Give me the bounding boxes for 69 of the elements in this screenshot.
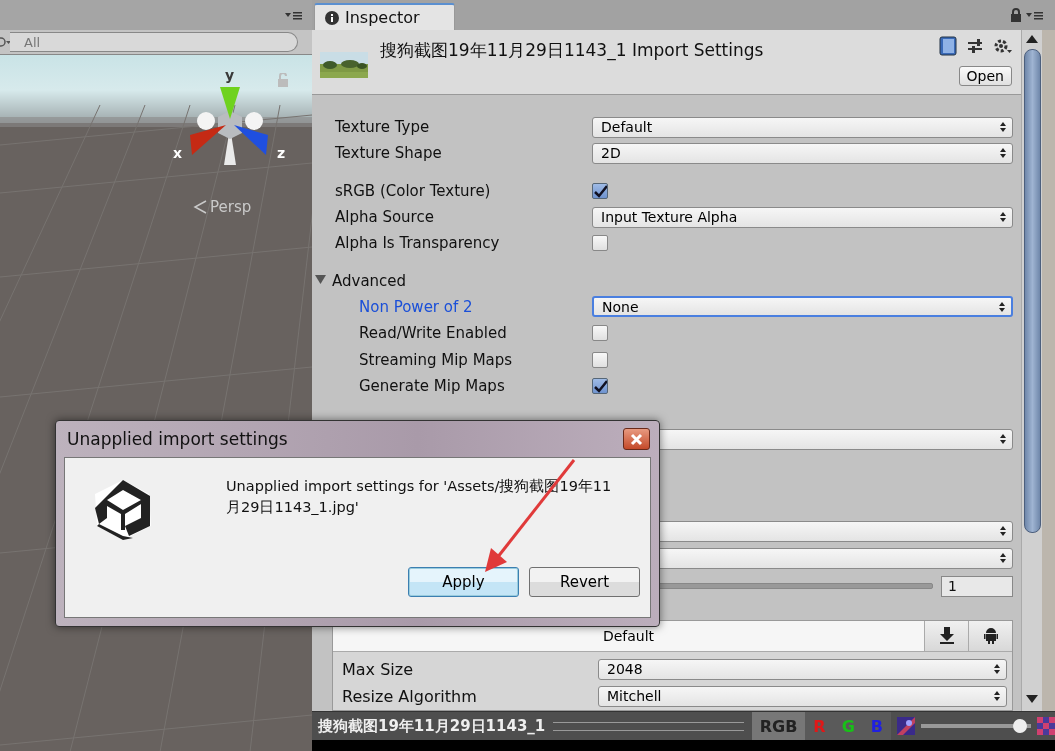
android-tab[interactable]: [968, 620, 1012, 651]
field-label: Alpha Source: [335, 208, 435, 227]
scroll-up-icon[interactable]: [1026, 35, 1038, 43]
axis-label: z: [277, 145, 286, 161]
mip-slider[interactable]: [921, 719, 1031, 733]
checkbox[interactable]: [592, 325, 608, 342]
menu-icon[interactable]: [1026, 10, 1043, 20]
number-field[interactable]: 1: [941, 575, 1013, 597]
lock-icon[interactable]: [1010, 8, 1022, 22]
dropdown-arrows-icon: [1000, 526, 1006, 537]
field-label: Max Size: [342, 659, 414, 679]
axis-label: x: [173, 145, 183, 161]
dropdown[interactable]: None: [592, 296, 1013, 318]
foldout-arrow-icon: [315, 275, 326, 287]
open-button[interactable]: Open: [958, 66, 1012, 86]
dropdown[interactable]: Input Texture Alpha: [592, 206, 1013, 228]
android-icon: [983, 627, 998, 645]
field-label: Streaming Mip Maps: [358, 350, 514, 369]
dropdown-arrows-icon: [1000, 434, 1006, 445]
dropdown[interactable]: 2048: [598, 658, 1007, 680]
apply-button[interactable]: Apply: [408, 567, 519, 597]
unity-logo-icon: [93, 478, 153, 542]
checkbox[interactable]: [592, 351, 608, 368]
dropdown-arrows-icon: [999, 301, 1005, 312]
download-icon: [939, 627, 954, 645]
dropdown-arrows-icon: [1000, 553, 1006, 564]
scroll-down-icon[interactable]: [1026, 695, 1038, 703]
preset-sliders-icon[interactable]: [967, 38, 983, 54]
advanced-foldout[interactable]: Advanced: [315, 271, 407, 290]
channel-toggle[interactable]: RGB: [751, 712, 806, 740]
dialog-title: Unapplied import settings: [67, 429, 288, 449]
checkbox[interactable]: [592, 235, 608, 252]
dropdown[interactable]: Mitchell: [598, 685, 1007, 707]
field-label: Non Power of 2: [358, 297, 474, 316]
settings-icon[interactable]: [993, 38, 1013, 54]
close-button[interactable]: [623, 428, 650, 450]
asset-name: 搜狗截图19年11月29日1143_1: [318, 716, 546, 736]
dropdown-arrows-icon: [1000, 148, 1006, 159]
download-tab[interactable]: [924, 620, 968, 651]
dropdown-arrows-icon: [994, 691, 1000, 702]
info-icon: [325, 10, 339, 25]
inspector-title: 搜狗截图19年11月29日1143_1 Import Settings: [380, 39, 764, 63]
menu-icon[interactable]: [285, 10, 302, 20]
mip-small-icon: [897, 717, 915, 735]
inspector-tab[interactable]: Inspector: [314, 3, 455, 30]
dropdown-arrows-icon: [1000, 122, 1006, 133]
help-book-icon[interactable]: [939, 36, 957, 56]
field-label: sRGB (Color Texture): [335, 181, 492, 200]
field-label: Texture Shape: [335, 144, 443, 163]
dropdown-arrows-icon: [994, 664, 1000, 675]
dropdown-arrows-icon: [1000, 212, 1006, 223]
axis-label: y: [225, 67, 235, 83]
checkbox[interactable]: [592, 182, 608, 199]
scrollbar-thumb[interactable]: [1023, 49, 1041, 533]
field-label: Generate Mip Maps: [358, 376, 506, 395]
revert-button[interactable]: Revert: [529, 567, 640, 597]
field-label: Texture Type: [335, 118, 431, 137]
dropdown[interactable]: 2D: [592, 142, 1013, 164]
projection-label[interactable]: Persp: [210, 198, 252, 216]
search-field[interactable]: All: [10, 32, 298, 52]
field-label: Alpha Is Transparency: [335, 234, 501, 253]
dropdown[interactable]: Default: [592, 116, 1013, 138]
close-icon: [630, 432, 643, 446]
field-label: Read/Write Enabled: [358, 324, 508, 343]
checkbox[interactable]: [592, 377, 608, 394]
field-label: Resize Algorithm: [342, 686, 478, 706]
mip-large-icon: [1037, 717, 1055, 735]
slider-thumb[interactable]: [1013, 719, 1027, 733]
search-icon[interactable]: [0, 36, 12, 48]
